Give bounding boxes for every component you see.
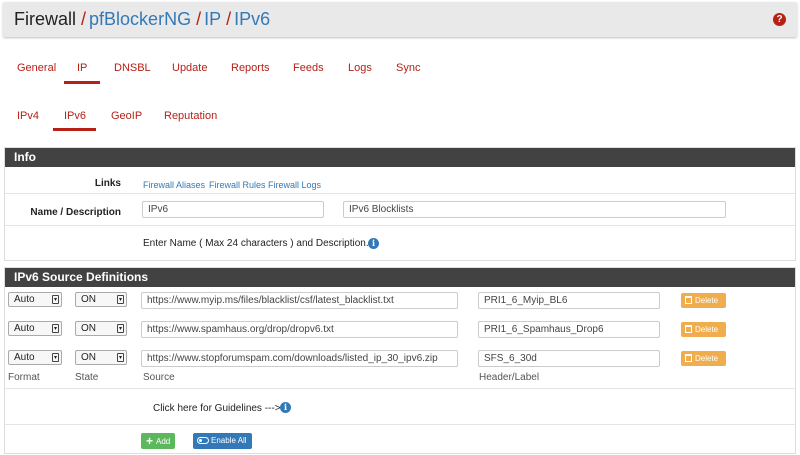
guidelines-text[interactable]: Click here for Guidelines ---> bbox=[153, 403, 281, 414]
toggle-icon bbox=[197, 437, 209, 444]
subtab-active-indicator bbox=[53, 128, 96, 131]
header-col-label: Header/Label bbox=[479, 372, 540, 383]
info-panel-title: Info bbox=[5, 148, 795, 167]
delete-button[interactable]: Delete bbox=[681, 351, 726, 366]
tab-active-indicator bbox=[64, 81, 100, 84]
tab-update[interactable]: Update bbox=[172, 62, 207, 74]
chevron-down-icon: ▾ bbox=[52, 353, 59, 362]
breadcrumb-sep: / bbox=[196, 9, 202, 29]
source-input[interactable]: https://www.spamhaus.org/drop/dropv6.txt bbox=[141, 321, 458, 338]
info-panel: Info Links Firewall Aliases Firewall Rul… bbox=[4, 147, 796, 261]
chevron-down-icon: ▾ bbox=[52, 295, 59, 304]
name-note: Enter Name ( Max 24 characters ) and Des… bbox=[143, 238, 369, 249]
tab-ip[interactable]: IP bbox=[77, 62, 87, 74]
state-value: ON bbox=[81, 323, 96, 334]
links-row: Links Firewall Aliases Firewall Rules Fi… bbox=[5, 167, 795, 193]
enable-all-button[interactable]: Enable All bbox=[193, 433, 252, 449]
state-select[interactable]: ON ▾ bbox=[75, 321, 127, 336]
state-value: ON bbox=[81, 352, 96, 363]
sources-panel: IPv6 Source Definitions Auto ▾ ON ▾ https:… bbox=[4, 267, 796, 454]
breadcrumb-sep: / bbox=[226, 9, 232, 29]
link-firewall-aliases[interactable]: Firewall Aliases bbox=[143, 180, 205, 190]
delete-button[interactable]: Delete bbox=[681, 293, 726, 308]
sources-panel-title: IPv6 Source Definitions bbox=[5, 268, 795, 287]
tab-dnsbl[interactable]: DNSBL bbox=[114, 62, 151, 74]
chevron-down-icon: ▾ bbox=[52, 324, 59, 333]
delete-label: Delete bbox=[695, 325, 719, 334]
chevron-down-icon: ▾ bbox=[117, 353, 124, 362]
delete-button[interactable]: Delete bbox=[681, 322, 726, 337]
tab-sync[interactable]: Sync bbox=[396, 62, 420, 74]
tab-general[interactable]: General bbox=[17, 62, 56, 74]
guidelines-row: Click here for Guidelines ---> i bbox=[5, 388, 795, 424]
tab-reports[interactable]: Reports bbox=[231, 62, 270, 74]
delete-label: Delete bbox=[695, 296, 719, 305]
page-header: Firewall / pfBlockerNG / IP / IPv6 ? bbox=[3, 2, 797, 37]
format-value: Auto bbox=[14, 294, 35, 305]
tab-reputation[interactable]: Reputation bbox=[164, 110, 217, 122]
plus-icon: + bbox=[146, 434, 154, 448]
tab-logs[interactable]: Logs bbox=[348, 62, 372, 74]
link-firewall-rules[interactable]: Firewall Rules bbox=[209, 180, 266, 190]
format-col-label: Format bbox=[8, 372, 40, 383]
enable-all-label: Enable All bbox=[211, 436, 247, 445]
name-input[interactable]: IPv6 bbox=[142, 201, 324, 218]
source-col-label: Source bbox=[143, 372, 175, 383]
breadcrumb-sep: / bbox=[81, 9, 87, 29]
actions-row: + Add Enable All bbox=[5, 424, 795, 454]
state-select[interactable]: ON ▾ bbox=[75, 350, 127, 365]
links-label: Links bbox=[94, 178, 121, 189]
header-input[interactable]: SFS_6_30d bbox=[478, 350, 660, 367]
add-label: Add bbox=[156, 437, 171, 446]
header-input[interactable]: PRI1_6_Spamhaus_Drop6 bbox=[478, 321, 660, 338]
name-row: Name / Description IPv6 IPv6 Blocklists bbox=[5, 193, 795, 225]
chevron-down-icon: ▾ bbox=[117, 295, 124, 304]
breadcrumb: Firewall / pfBlockerNG / IP / IPv6 bbox=[14, 9, 270, 30]
info-icon[interactable]: i bbox=[280, 402, 291, 413]
state-select[interactable]: ON ▾ bbox=[75, 292, 127, 307]
breadcrumb-pfblockerng[interactable]: pfBlockerNG bbox=[89, 9, 191, 29]
tab-ipv6[interactable]: IPv6 bbox=[64, 110, 86, 122]
format-select[interactable]: Auto ▾ bbox=[8, 292, 62, 307]
state-col-label: State bbox=[75, 372, 99, 383]
note-row: Enter Name ( Max 24 characters ) and Des… bbox=[5, 225, 795, 261]
add-button[interactable]: + Add bbox=[141, 433, 176, 449]
format-select[interactable]: Auto ▾ bbox=[8, 321, 62, 336]
tab-geoip[interactable]: GeoIP bbox=[111, 110, 142, 122]
question-circle-icon[interactable]: ? bbox=[773, 13, 786, 26]
source-input[interactable]: https://www.myip.ms/files/blacklist/csf/… bbox=[141, 292, 458, 309]
link-firewall-logs[interactable]: Firewall Logs bbox=[268, 180, 321, 190]
tab-ipv4[interactable]: IPv4 bbox=[17, 110, 39, 122]
source-input[interactable]: https://www.stopforumspam.com/downloads/… bbox=[141, 350, 458, 367]
trash-icon bbox=[685, 325, 692, 333]
tab-feeds[interactable]: Feeds bbox=[293, 62, 324, 74]
trash-icon bbox=[685, 354, 692, 362]
trash-icon bbox=[685, 296, 692, 304]
header-input[interactable]: PRI1_6_Myip_BL6 bbox=[478, 292, 660, 309]
name-description-label: Name / Description bbox=[30, 207, 121, 218]
format-select[interactable]: Auto ▾ bbox=[8, 350, 62, 365]
breadcrumb-ipv6[interactable]: IPv6 bbox=[234, 9, 270, 29]
chevron-down-icon: ▾ bbox=[117, 324, 124, 333]
delete-label: Delete bbox=[695, 354, 719, 363]
format-value: Auto bbox=[14, 352, 35, 363]
breadcrumb-ip[interactable]: IP bbox=[204, 9, 221, 29]
breadcrumb-firewall: Firewall bbox=[14, 9, 77, 29]
format-value: Auto bbox=[14, 323, 35, 334]
state-value: ON bbox=[81, 294, 96, 305]
description-input[interactable]: IPv6 Blocklists bbox=[343, 201, 726, 218]
info-icon[interactable]: i bbox=[368, 238, 379, 249]
